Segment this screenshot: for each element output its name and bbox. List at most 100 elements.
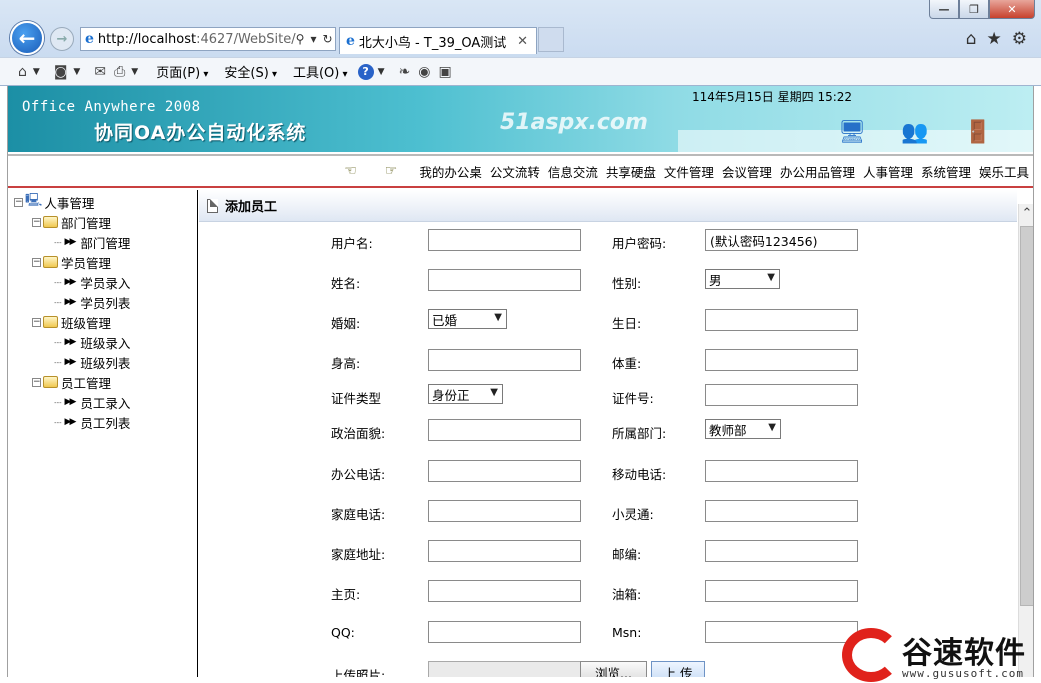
address-bar[interactable]: e http://localhost:4627/WebSite/ ⚲ ▾ ↻ — [80, 27, 336, 51]
tree-item-department-management[interactable]: ┄ ▶▶ 部门管理 — [8, 232, 197, 252]
window-controls: — ❐ ✕ — [929, 0, 1035, 19]
home-icon[interactable]: ⌂ — [966, 29, 977, 49]
back-button[interactable]: ← — [10, 21, 44, 55]
mail-icon[interactable]: ✉ — [92, 64, 108, 80]
homepage-input[interactable] — [428, 580, 581, 602]
url-path: :4627/WebSite/ — [196, 31, 296, 47]
nav-entertainment[interactable]: 娱乐工具 — [979, 162, 1029, 181]
nav-hr-management[interactable]: 人事管理 — [863, 162, 913, 181]
double-arrow-icon: ▶▶ — [64, 297, 77, 307]
collapse-icon[interactable]: − — [32, 317, 41, 327]
username-input[interactable] — [428, 229, 581, 251]
tab-close-icon[interactable]: ✕ — [517, 34, 528, 49]
nav-document-flow[interactable]: 公文流转 — [490, 162, 540, 181]
browser-tab[interactable]: e 北大小鸟 - T_39_OA测试 ✕ — [339, 27, 537, 54]
menu-tools[interactable]: 工具(O) — [287, 62, 354, 81]
nav-shared-disk[interactable]: 共享硬盘 — [606, 162, 656, 181]
politics-input[interactable] — [428, 419, 581, 441]
address-input[interactable] — [428, 540, 581, 562]
name-input[interactable] — [428, 269, 581, 291]
nav-forward-hand-icon[interactable]: ☞ — [385, 163, 398, 179]
nav-office-supplies[interactable]: 办公用品管理 — [780, 162, 855, 181]
tree-connector: ┄ — [54, 234, 61, 250]
upload-button[interactable]: 上 传 — [651, 661, 705, 677]
department-select[interactable]: 教师部 — [705, 419, 781, 439]
tree-group-departments[interactable]: − 部门管理 — [8, 212, 197, 232]
exit-door-icon[interactable]: 🚪 — [964, 120, 991, 145]
tree-item-class-entry[interactable]: ┄ ▶▶ 班级录入 — [8, 332, 197, 352]
collapse-icon[interactable]: − — [32, 257, 41, 267]
rss-feed-icon[interactable]: ◙ — [52, 64, 70, 80]
home-icon[interactable]: ⌂ — [16, 64, 29, 80]
help-icon[interactable]: ? — [357, 63, 374, 80]
form-row: 办公电话: 移动电话: — [199, 460, 1017, 484]
research-icon[interactable]: ❧ — [397, 64, 413, 80]
chevron-down-icon[interactable]: ▼ — [33, 67, 40, 77]
collapse-icon[interactable]: − — [32, 377, 41, 387]
tree-item-employee-entry[interactable]: ┄ ▶▶ 员工录入 — [8, 392, 197, 412]
password-input[interactable]: (默认密码123456) — [705, 229, 858, 251]
marriage-select[interactable]: 已婚 — [428, 309, 507, 329]
minimize-icon[interactable]: — — [929, 0, 959, 19]
nav-back-hand-icon[interactable]: ☜ — [344, 163, 357, 179]
menu-page[interactable]: 页面(P) — [150, 62, 214, 81]
scroll-up-icon[interactable]: ⌃ — [1019, 204, 1033, 224]
nav-meeting-management[interactable]: 会议管理 — [722, 162, 772, 181]
maximize-icon[interactable]: ❐ — [959, 0, 989, 19]
home-phone-input[interactable] — [428, 500, 581, 522]
command-bar: ⌂▼ ◙▼ ✉ ⎙▼ 页面(P) 安全(S) 工具(O) ?▼ ❧ ◉ ▣ — [0, 57, 1041, 85]
office-phone-input[interactable] — [428, 460, 581, 482]
tree-group-employees[interactable]: − 员工管理 — [8, 372, 197, 392]
nav-file-management[interactable]: 文件管理 — [664, 162, 714, 181]
dropdown-icon[interactable]: ▾ — [310, 32, 316, 46]
id-number-input[interactable] — [705, 384, 858, 406]
new-tab-button[interactable] — [538, 27, 564, 52]
close-window-icon[interactable]: ✕ — [989, 0, 1035, 19]
tree-group-students[interactable]: − 学员管理 — [8, 252, 197, 272]
addon-icon[interactable]: ▣ — [436, 64, 453, 80]
collapse-icon[interactable]: − — [32, 217, 41, 227]
messenger-icon[interactable]: ◉ — [416, 64, 432, 80]
tree-item-employee-list[interactable]: ┄ ▶▶ 员工列表 — [8, 412, 197, 432]
gear-icon[interactable]: ⚙ — [1012, 29, 1027, 49]
nav-system-management[interactable]: 系统管理 — [921, 162, 971, 181]
qq-input[interactable] — [428, 621, 581, 643]
form-row: 婚姻: 已婚 生日: — [199, 309, 1017, 333]
height-input[interactable] — [428, 349, 581, 371]
collapse-icon[interactable]: − — [14, 197, 23, 207]
msn-input[interactable] — [705, 621, 858, 643]
birthday-input[interactable] — [705, 309, 858, 331]
tree-item-class-list[interactable]: ┄ ▶▶ 班级列表 — [8, 352, 197, 372]
favorites-star-icon[interactable]: ★ — [987, 29, 1002, 49]
browse-button[interactable]: 浏览... — [580, 661, 647, 677]
id-type-select[interactable]: 身份正 — [428, 384, 503, 404]
chevron-down-icon[interactable]: ▼ — [378, 67, 385, 77]
search-icon[interactable]: ⚲ — [296, 32, 305, 46]
mobile-input[interactable] — [705, 460, 858, 482]
vertical-scrollbar[interactable]: ⌃ — [1018, 204, 1033, 677]
tree-item-student-entry[interactable]: ┄ ▶▶ 学员录入 — [8, 272, 197, 292]
email-input[interactable] — [705, 580, 858, 602]
chevron-down-icon[interactable]: ▼ — [131, 67, 138, 77]
double-arrow-icon: ▶▶ — [64, 417, 77, 427]
tree-item-student-list[interactable]: ┄ ▶▶ 学员列表 — [8, 292, 197, 312]
weight-input[interactable] — [705, 349, 858, 371]
gender-select[interactable]: 男 — [705, 269, 780, 289]
scroll-thumb[interactable] — [1020, 226, 1033, 606]
forward-button[interactable]: → — [50, 27, 74, 51]
tree-root[interactable]: − 🖳 人事管理 — [8, 192, 197, 212]
globe-computer-icon[interactable]: 🖥 — [838, 120, 866, 145]
chevron-down-icon[interactable]: ▼ — [73, 67, 80, 77]
ie-icon: e — [85, 31, 94, 47]
print-icon[interactable]: ⎙ — [112, 64, 127, 80]
gusu-watermark-logo: 谷速软件 www.gususoft.com — [842, 626, 1041, 683]
nav-my-desk[interactable]: 我的办公桌 — [419, 162, 482, 181]
tree-group-classes[interactable]: − 班级管理 — [8, 312, 197, 332]
zipcode-input[interactable] — [705, 540, 858, 562]
users-icon[interactable]: 👥 — [901, 120, 928, 145]
refresh-icon[interactable]: ↻ — [322, 32, 332, 46]
phs-input[interactable] — [705, 500, 858, 522]
photo-file-input[interactable] — [428, 661, 581, 677]
nav-info-exchange[interactable]: 信息交流 — [548, 162, 598, 181]
menu-safety[interactable]: 安全(S) — [218, 62, 283, 81]
